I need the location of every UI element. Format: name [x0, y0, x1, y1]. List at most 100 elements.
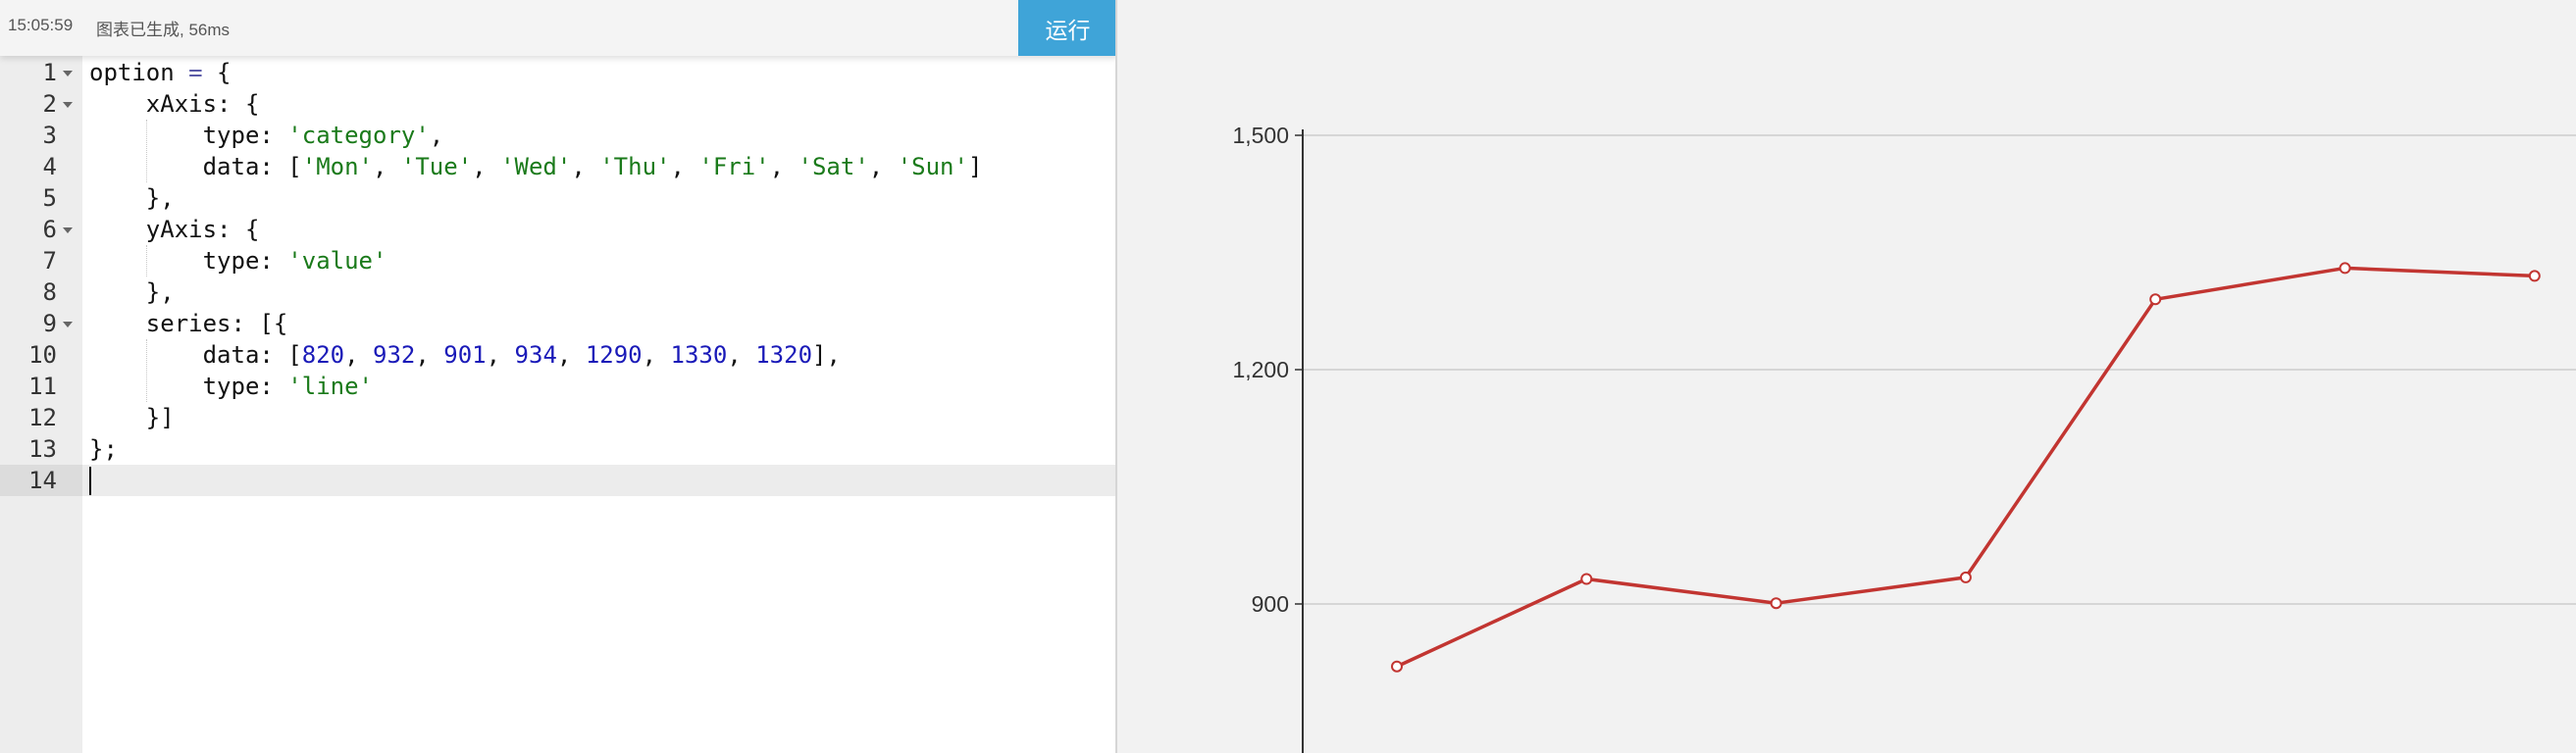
line-number: 1 — [42, 59, 57, 86]
code-token: , — [868, 153, 898, 180]
code-token: , — [769, 153, 799, 180]
data-point — [2528, 270, 2541, 282]
data-point — [1959, 571, 1972, 583]
code-token: 1290 — [585, 341, 643, 369]
code-token: 'Mon' — [301, 153, 373, 180]
line-number: 12 — [28, 404, 57, 431]
code-token: option — [89, 59, 189, 86]
code-token: }, — [89, 184, 175, 212]
code-line[interactable]: }, — [89, 182, 175, 214]
code-token: }; — [89, 435, 118, 463]
line-number: 4 — [42, 153, 57, 180]
code-token: xAxis: { — [89, 90, 260, 118]
fold-arrow-icon[interactable] — [63, 227, 73, 233]
code-token: data: [ — [89, 341, 302, 369]
code-line[interactable]: option = { — [89, 57, 232, 88]
code-line[interactable]: type: 'value' — [89, 245, 387, 276]
code-token: , — [571, 153, 600, 180]
code-token: , — [344, 341, 374, 369]
code-token: 'Thu' — [599, 153, 671, 180]
code-token: series: [{ — [89, 310, 288, 337]
line-number: 9 — [42, 310, 57, 337]
line-number: 5 — [42, 184, 57, 212]
code-token: type: — [89, 247, 288, 275]
code-token: , — [727, 341, 756, 369]
code-line[interactable]: }, — [89, 276, 175, 308]
data-point — [2339, 262, 2351, 275]
series-line — [1396, 266, 2535, 669]
status-message: 图表已生成, 56ms — [96, 21, 231, 39]
data-point — [1580, 573, 1593, 585]
code-token: type: — [89, 373, 288, 400]
line-number: 8 — [42, 278, 57, 306]
run-button[interactable]: 运行 — [1018, 0, 1115, 56]
y-tick-label: 900 — [1252, 591, 1289, 617]
line-chart: 900 1,200 1,500 — [1232, 123, 2576, 753]
code-token: , — [670, 153, 699, 180]
code-token: = — [188, 59, 203, 86]
code-token: ], — [812, 341, 841, 369]
code-token: 'line' — [287, 373, 373, 400]
line-number: 3 — [42, 122, 57, 149]
code-token: 934 — [514, 341, 557, 369]
code-token: 'Fri' — [698, 153, 770, 180]
code-token: , — [486, 341, 515, 369]
line-number: 2 — [42, 90, 57, 118]
line-number: 11 — [28, 373, 57, 400]
code-line[interactable]: data: [820, 932, 901, 934, 1290, 1330, 1… — [89, 339, 841, 371]
code-token: 820 — [301, 341, 345, 369]
code-token: , — [415, 341, 444, 369]
indent-guide — [146, 339, 147, 402]
line-number: 6 — [42, 216, 57, 243]
code-token: { — [202, 59, 232, 86]
code-line[interactable]: yAxis: { — [89, 214, 260, 245]
code-token: }, — [89, 278, 175, 306]
timestamp-label: 15:05:59 — [8, 16, 74, 34]
code-token: ] — [967, 153, 983, 180]
code-token: 'category' — [287, 122, 430, 149]
code-token: 'Tue' — [400, 153, 473, 180]
code-token: 'Sat' — [798, 153, 869, 180]
code-editor-panel: 15:05:59 图表已生成, 56ms 运行 1 option = {2 xAx… — [0, 0, 1117, 753]
code-line[interactable]: }; — [89, 433, 118, 465]
fold-arrow-icon[interactable] — [63, 102, 73, 108]
code-token: 932 — [373, 341, 416, 369]
y-tick-label: 1,200 — [1232, 357, 1289, 382]
code-token: yAxis: { — [89, 216, 260, 243]
code-token: , — [429, 122, 444, 149]
code-line[interactable]: type: 'category', — [89, 120, 444, 151]
code-line[interactable]: xAxis: { — [89, 88, 260, 120]
fold-arrow-icon[interactable] — [63, 71, 73, 76]
code-token: type: — [89, 122, 288, 149]
code-token: 'Wed' — [500, 153, 572, 180]
indent-guide — [146, 120, 147, 182]
code-line[interactable]: type: 'line' — [89, 371, 373, 402]
code-token: }] — [89, 404, 175, 431]
code-line[interactable]: data: ['Mon', 'Tue', 'Wed', 'Thu', 'Fri'… — [89, 151, 983, 182]
line-number: 14 — [28, 467, 57, 494]
code-line[interactable]: }] — [89, 402, 175, 433]
code-token: 901 — [443, 341, 487, 369]
code-line[interactable]: series: [{ — [89, 308, 288, 339]
active-line-highlight — [0, 465, 1115, 496]
code-token: data: [ — [89, 153, 302, 180]
indent-guide — [146, 245, 147, 276]
editor-toolbar: 15:05:59 图表已生成, 56ms 运行 — [0, 0, 1115, 56]
line-number: 13 — [28, 435, 57, 463]
code-token: 1320 — [755, 341, 813, 369]
code-token: , — [556, 341, 586, 369]
code-token: , — [373, 153, 401, 180]
fold-arrow-icon[interactable] — [63, 322, 73, 327]
code-token: 'value' — [287, 247, 387, 275]
text-cursor — [89, 467, 91, 495]
data-point — [2149, 293, 2162, 306]
code-token: , — [472, 153, 501, 180]
line-number: 7 — [42, 247, 57, 275]
line-number: 10 — [28, 341, 57, 369]
code-token: , — [642, 341, 671, 369]
code-token: 'Sun' — [897, 153, 968, 180]
code-token: 1330 — [670, 341, 728, 369]
data-point — [1770, 597, 1782, 610]
chart-preview-panel: 900 1,200 1,500 — [1117, 0, 2576, 753]
data-point — [1391, 660, 1403, 673]
